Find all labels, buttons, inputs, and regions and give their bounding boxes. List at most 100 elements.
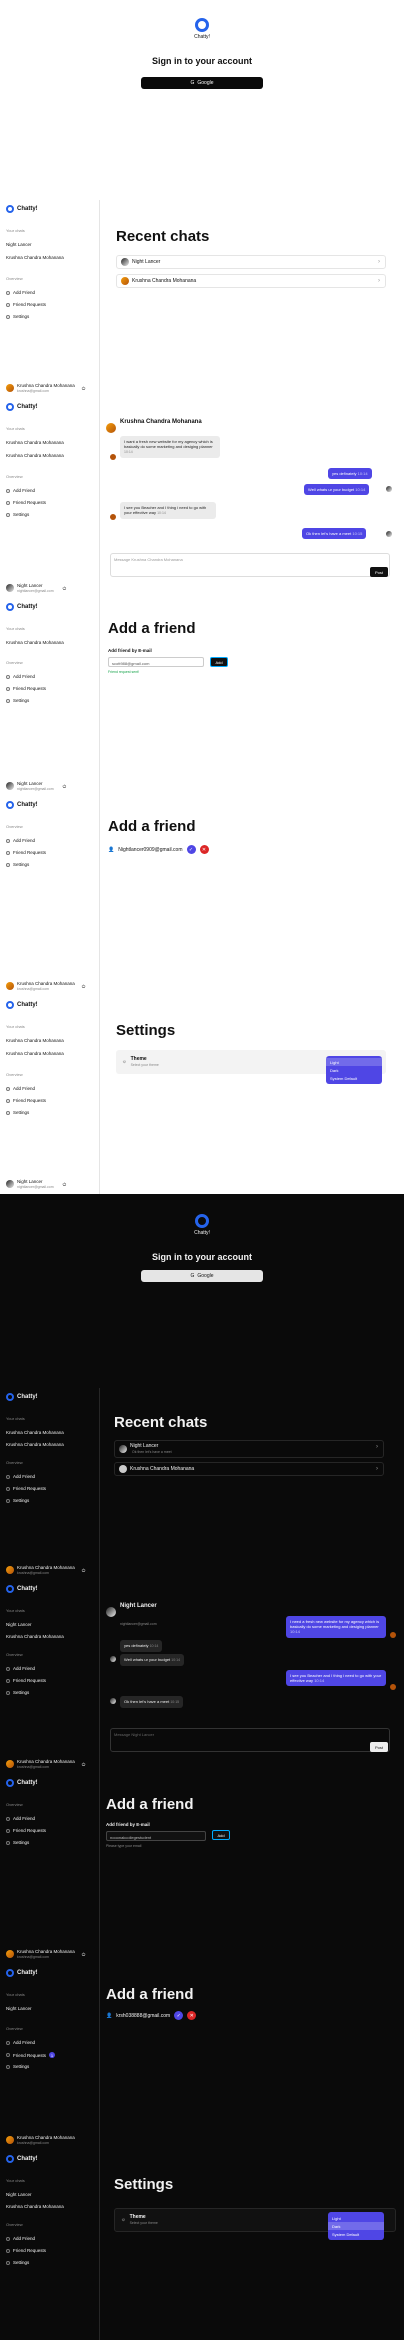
user-email: nightlancer@gmail.com [17, 589, 54, 593]
theme-option-system[interactable]: System Default [328, 2230, 384, 2238]
sidebar-item-add-friend[interactable]: Add Friend [6, 290, 35, 295]
sidebar-chat-krushna[interactable]: Krushna Chandra Mohanana [6, 453, 64, 458]
sidebar-item-friend-requests[interactable]: Friend Requests [6, 1098, 46, 1103]
sidebar-item-add-friend[interactable]: Add Friend [6, 2236, 35, 2241]
sidebar-chat-night[interactable]: Night Lancer [6, 2006, 32, 2011]
sidebar-item-settings[interactable]: Settings [6, 314, 29, 319]
message-text: Ok then let's have a meet [306, 531, 352, 536]
sidebar-item-friend-requests[interactable]: Friend Requests [6, 500, 46, 505]
theme-option-system[interactable]: System Default [326, 1074, 382, 1082]
sidebar-chat-krushna[interactable]: Krushna Chandra Mohanana [6, 1634, 64, 1639]
sign-out-icon[interactable]: ⏻ [82, 1762, 86, 1767]
sidebar-item-friend-requests[interactable]: Friend Requests [6, 850, 46, 855]
sidebar-item-settings[interactable]: Settings [6, 862, 29, 867]
sign-out-icon[interactable]: ⏻ [63, 1182, 67, 1187]
sign-out-icon[interactable]: ⏻ [63, 586, 67, 591]
sign-out-icon[interactable]: ⏻ [82, 1568, 86, 1573]
brand[interactable]: Chatty! [6, 2155, 38, 2163]
sidebar-chat-night[interactable]: Night Lancer [6, 2192, 32, 2197]
sidebar-item-add-friend[interactable]: Add Friend [6, 1816, 35, 1821]
sign-out-icon[interactable]: ⏻ [82, 1952, 86, 1957]
user-email: krushna@gmail.com [17, 1571, 49, 1575]
brand[interactable]: Chatty! [6, 1393, 38, 1401]
sign-out-icon[interactable]: ⏻ [82, 386, 86, 391]
recent-chat-item[interactable]: Krushna Chandra Mohanana › [114, 1462, 384, 1476]
main: Recent chats Night Lancer › Krushna Chand… [100, 200, 404, 398]
theme-option-dark[interactable]: Dark [328, 2222, 384, 2230]
users-icon [6, 2248, 10, 2253]
sidebar-item-add-friend[interactable]: Add Friend [6, 1474, 35, 1479]
send-button[interactable]: Post [370, 1742, 388, 1752]
send-button[interactable]: Post [370, 567, 388, 577]
sidebar-chat-krushna[interactable]: Krushna Chandra Mohanana [6, 1051, 64, 1056]
sidebar-item-settings[interactable]: Settings [6, 1840, 29, 1845]
brand[interactable]: Chatty! [6, 1001, 38, 1009]
message-input[interactable]: Message Night Lancer [110, 1728, 390, 1752]
sidebar-chat-krushna[interactable]: Krushna Chandra Mohanana [6, 255, 64, 260]
email-label: Add friend by E-mail [108, 648, 152, 653]
sidebar-chat-krushna[interactable]: Krushna Chandra Mohanana [6, 640, 64, 645]
sidebar-item-friend-requests[interactable]: Friend Requests [6, 1486, 46, 1491]
brand[interactable]: Chatty! [6, 1779, 38, 1787]
sign-out-icon[interactable]: ⏻ [63, 784, 67, 789]
main: Recent chats Night Lancer Ok then let's h… [100, 1388, 404, 1580]
deny-button[interactable]: ✕ [187, 2011, 197, 2020]
sidebar-chat-krushna[interactable]: Krushna Chandra Mohanana [6, 2204, 64, 2209]
sidebar-item-add-friend[interactable]: Add Friend [6, 674, 35, 679]
sidebar-item-settings[interactable]: Settings [6, 2064, 29, 2069]
sidebar-item-settings[interactable]: Settings [6, 698, 29, 703]
page-title: Add a friend [106, 1796, 194, 1813]
sidebar-chat-krushna[interactable]: Krushna Chandra Mohanana [6, 1430, 64, 1435]
email-field[interactable]: scott988@gmail.com [108, 657, 204, 667]
sidebar-item-add-friend[interactable]: Add Friend [6, 838, 35, 843]
message-time: 10:14 [357, 471, 368, 476]
brand[interactable]: Chatty! [6, 403, 38, 411]
sidebar-item-friend-requests[interactable]: Friend Requests [6, 686, 46, 691]
email-field[interactable]: nooonakcollegestudent [106, 1831, 206, 1841]
brand[interactable]: Chatty! [6, 801, 38, 809]
chevron-right-icon: › [378, 278, 380, 284]
google-signin-button[interactable]: G Google [141, 77, 263, 89]
sidebar-item-add-friend[interactable]: Add Friend [6, 1086, 35, 1091]
sidebar-item-settings[interactable]: Settings [6, 1110, 29, 1115]
deny-button[interactable]: ✕ [199, 845, 209, 854]
sidebar-chat-krushna[interactable]: Krushna Chandra Mohanana [6, 1038, 64, 1043]
sidebar-item-friend-requests[interactable]: Friend Requests [6, 1828, 46, 1833]
sidebar-item-friend-requests[interactable]: Friend Requests 1 [6, 2052, 56, 2058]
sidebar-item-settings[interactable]: Settings [6, 2260, 29, 2265]
sidebar-item-add-friend[interactable]: Add Friend [6, 2040, 35, 2045]
sidebar-chat-krushna[interactable]: Krushna Chandra Mohanana [6, 1442, 64, 1447]
theme-option-dark[interactable]: Dark [326, 1066, 382, 1074]
sign-out-icon[interactable]: ⏻ [82, 984, 86, 989]
sidebar-chat-night[interactable]: Night Lancer [6, 242, 32, 247]
message-bubble: I need a fresh new website for my agency… [286, 1616, 386, 1638]
recent-chat-item[interactable]: Krushna Chandra Mohanana › [116, 274, 386, 288]
sidebar-chat-krushna[interactable]: Krushna Chandra Mohanana [6, 440, 64, 445]
recent-chat-item[interactable]: Night Lancer › [116, 255, 386, 269]
brand[interactable]: Chatty! [6, 603, 38, 611]
brand[interactable]: Chatty! [6, 205, 38, 213]
add-friend-button[interactable]: Add [210, 657, 228, 667]
sidebar-item-settings[interactable]: Settings [6, 1498, 29, 1503]
sidebar-item-friend-requests[interactable]: Friend Requests [6, 1678, 46, 1683]
accept-button[interactable]: ✓ [174, 2011, 184, 2020]
brand[interactable]: Chatty! [6, 1585, 38, 1593]
google-signin-button[interactable]: G Google [141, 1270, 263, 1282]
sidebar-chat-night[interactable]: Night Lancer [6, 1622, 32, 1627]
recent-chat-item[interactable]: Night Lancer Ok then let's have a meet › [114, 1440, 384, 1458]
brand[interactable]: Chatty! [6, 1969, 38, 1977]
theme-option-light[interactable]: Light [328, 2214, 384, 2222]
theme-option-light[interactable]: Light [326, 1058, 382, 1066]
sidebar-item-friend-requests[interactable]: Friend Requests [6, 302, 46, 307]
sidebar-item-add-friend[interactable]: Add Friend [6, 1666, 35, 1671]
sidebar-item-settings[interactable]: Settings [6, 1690, 29, 1695]
sidebar-item-settings[interactable]: Settings [6, 512, 29, 517]
theme-sub: Select your theme [130, 1063, 159, 1067]
chats-heading: Your chats [6, 1608, 25, 1613]
add-friend-button[interactable]: Add [212, 1830, 230, 1840]
sidebar-item-label: Settings [13, 314, 30, 319]
message-input[interactable]: Message Krushna Chandra Mohanana [110, 553, 390, 577]
sidebar-item-friend-requests[interactable]: Friend Requests [6, 2248, 46, 2253]
accept-button[interactable]: ✓ [186, 845, 196, 854]
sidebar-item-add-friend[interactable]: Add Friend [6, 488, 35, 493]
